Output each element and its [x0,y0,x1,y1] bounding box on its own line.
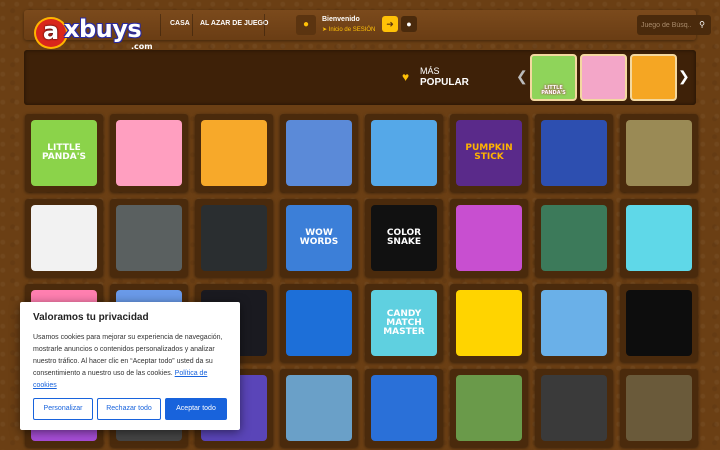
game-tile[interactable]: PUMPKIN STICK [450,114,528,192]
game-thumbnail [456,375,522,441]
game-thumbnail [116,120,182,186]
login-button[interactable]: ➜ [382,16,398,32]
site-header: a xbuys .com CASA AL AZAR DE JUEGO ● Bie… [24,10,711,51]
game-title: LITTLE PANDA'S [42,143,86,162]
game-tile[interactable] [535,284,613,362]
game-thumbnail [541,120,607,186]
customize-button[interactable]: Personalizar [33,398,93,420]
popular-title-line1: MÁS [420,66,440,76]
game-thumbnail: CANDY MATCH MASTER [371,290,437,356]
nav-divider [192,14,193,36]
game-tile[interactable]: WOW WORDS [280,199,358,277]
game-thumbnail [626,375,692,441]
game-tile[interactable] [535,369,613,447]
game-thumbnail [371,120,437,186]
game-tile[interactable] [620,114,698,192]
register-button[interactable]: ● [401,16,417,32]
game-thumbnail [456,290,522,356]
popular-game-thumb[interactable] [630,54,677,101]
game-tile[interactable] [450,284,528,362]
game-thumbnail [286,120,352,186]
game-title: CANDY MATCH MASTER [383,308,425,337]
game-tile[interactable] [450,369,528,447]
most-popular-bar: ♥ MÁS POPULAR ❮ LITTLE PANDA'S ❯ [24,50,696,105]
game-thumbnail: WOW WORDS [286,205,352,271]
game-thumbnail [371,375,437,441]
search-icon: ⚲ [699,20,705,29]
game-thumbnail [286,375,352,441]
user-icon: ● [296,15,316,35]
search-input[interactable] [641,18,691,32]
game-thumbnail [541,205,607,271]
game-tile[interactable] [365,369,443,447]
game-tile[interactable] [535,114,613,192]
popular-thumb-label: LITTLE PANDA'S [541,85,566,96]
game-tile[interactable] [110,199,188,277]
game-thumbnail [626,120,692,186]
game-thumbnail: LITTLE PANDA'S [31,120,97,186]
logo-text: xbuys [64,15,142,43]
game-tile[interactable] [280,369,358,447]
game-title: COLOR SNAKE [386,228,422,247]
cookie-title: Valoramos tu privacidad [33,312,149,323]
game-thumbnail [31,205,97,271]
accept-all-button[interactable]: Aceptar todo [165,398,227,420]
search-button[interactable]: ⚲ [695,18,709,32]
game-title: PUMPKIN STICK [465,143,513,162]
user-plus-icon: ● [406,19,412,29]
cookie-consent-dialog: Valoramos tu privacidad Usamos cookies p… [20,302,240,430]
game-tile[interactable] [620,369,698,447]
game-thumbnail [541,375,607,441]
login-link[interactable]: ➤ Inicio de SESIÓN [322,26,375,33]
cookie-body: Usamos cookies para mejorar su experienc… [33,332,227,392]
game-tile[interactable] [195,114,273,192]
game-thumbnail [626,205,692,271]
game-tile[interactable] [280,284,358,362]
chevron-left-icon[interactable]: ❮ [516,68,528,85]
game-thumbnail [201,120,267,186]
game-tile[interactable] [110,114,188,192]
game-thumbnail [541,290,607,356]
chevron-right-icon[interactable]: ❯ [678,68,690,85]
logo-letter: a [42,17,60,45]
game-tile[interactable] [280,114,358,192]
nav-divider [264,14,265,36]
reject-all-button[interactable]: Rechazar todo [97,398,161,420]
game-thumbnail [201,205,267,271]
game-tile[interactable] [620,284,698,362]
game-thumbnail [286,290,352,356]
popular-game-thumb[interactable] [580,54,627,101]
popular-title-line2: POPULAR [420,77,469,88]
popular-game-thumb[interactable]: LITTLE PANDA'S [530,54,577,101]
game-thumbnail [456,205,522,271]
game-tile[interactable] [365,114,443,192]
heart-icon: ♥ [402,70,410,84]
game-tile[interactable] [535,199,613,277]
game-tile[interactable]: LITTLE PANDA'S [25,114,103,192]
game-tile[interactable]: CANDY MATCH MASTER [365,284,443,362]
login-icon: ➤ [322,27,329,33]
game-title: WOW WORDS [299,228,339,247]
game-tile[interactable] [195,199,273,277]
game-thumbnail: PUMPKIN STICK [456,120,522,186]
welcome-text: Bienvenido [322,16,360,23]
game-thumbnail: COLOR SNAKE [371,205,437,271]
nav-divider [160,14,161,36]
login-label: Inicio de SESIÓN [328,27,376,33]
game-tile[interactable] [450,199,528,277]
game-tile[interactable] [620,199,698,277]
game-thumbnail [626,290,692,356]
nav-random-game[interactable]: AL AZAR DE JUEGO [200,20,268,27]
search-box: ⚲ [637,15,711,35]
game-thumbnail [116,205,182,271]
game-tile[interactable] [25,199,103,277]
sign-in-icon: ➜ [386,19,394,29]
game-tile[interactable]: COLOR SNAKE [365,199,443,277]
nav-home[interactable]: CASA [170,20,190,27]
